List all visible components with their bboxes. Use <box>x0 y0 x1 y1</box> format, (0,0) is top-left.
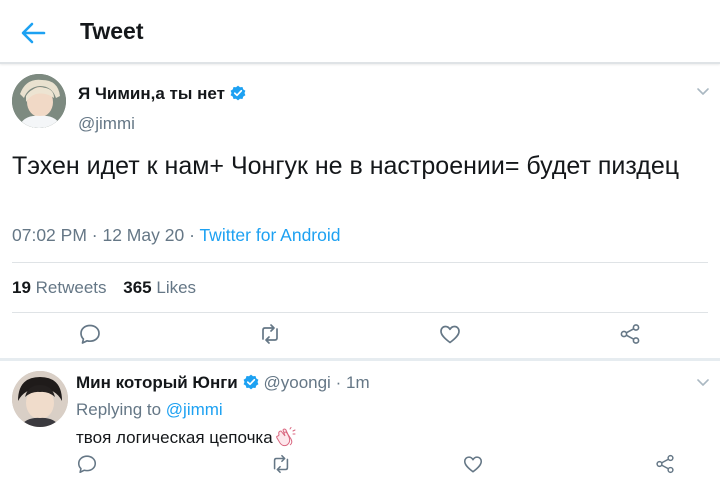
tweet-actions <box>0 322 720 358</box>
verified-badge-icon <box>230 85 246 101</box>
tweet-text: Тэхен идет к нам+ Чонгук не в настроении… <box>12 152 680 180</box>
like-icon[interactable] <box>438 322 462 346</box>
tweet-time: 07:02 PM <box>12 225 87 245</box>
replying-to: Replying to @jimmi <box>76 400 223 420</box>
avatar-image <box>12 371 68 427</box>
reply-time: 1m <box>345 373 370 392</box>
retweets-count: 19 <box>12 278 31 297</box>
reply-text: твоя логическая цепочка <box>76 428 273 447</box>
top-app-bar: Tweet <box>0 0 720 64</box>
avatar-image <box>12 74 66 128</box>
avatar[interactable] <box>12 74 66 128</box>
likes-label: Likes <box>156 278 197 297</box>
author-name: Я Чимин,а ты нет <box>78 84 225 103</box>
share-icon[interactable] <box>654 453 676 475</box>
replying-label: Replying to <box>76 400 162 419</box>
chevron-down-icon[interactable] <box>694 82 712 100</box>
reply-tweet[interactable]: Мин который Юнги @yoongi · 1m Replying t… <box>0 361 720 488</box>
avatar[interactable] <box>12 371 68 427</box>
retweets-stat[interactable]: 19 Retweets <box>12 278 107 297</box>
like-icon[interactable] <box>462 453 484 475</box>
reply-icon[interactable] <box>76 453 98 475</box>
retweets-label: Retweets <box>35 278 107 297</box>
divider <box>12 312 708 313</box>
reply-icon[interactable] <box>78 322 102 346</box>
clapping-hands-icon <box>275 427 296 447</box>
tweet-stats: 19 Retweets 365 Likes <box>12 278 208 298</box>
meta-separator: · <box>189 225 200 245</box>
reply-header: Мин который Юнги @yoongi · 1m <box>76 373 370 393</box>
chevron-down-icon[interactable] <box>694 373 712 391</box>
divider <box>12 262 708 263</box>
reply-author-handle[interactable]: @yoongi <box>263 373 330 392</box>
back-arrow-icon[interactable] <box>18 18 48 48</box>
likes-count: 365 <box>123 278 152 297</box>
retweet-icon[interactable] <box>270 453 292 475</box>
reply-author-name[interactable]: Мин который Юнги <box>76 373 238 392</box>
likes-stat[interactable]: 365 Likes <box>123 278 196 297</box>
author-name-row[interactable]: Я Чимин,а ты нет <box>78 84 246 104</box>
tweet-source-link[interactable]: Twitter for Android <box>199 225 340 245</box>
meta-separator: · <box>91 225 103 245</box>
tweet-date: 12 May 20 <box>102 225 185 245</box>
share-icon[interactable] <box>618 322 642 346</box>
meta-separator: · <box>335 373 342 392</box>
tweet-meta: 07:02 PM · 12 May 20 · Twitter for Andro… <box>12 225 341 246</box>
verified-badge-icon <box>243 374 259 390</box>
author-handle[interactable]: @jimmi <box>78 114 135 134</box>
replying-mention-link[interactable]: @jimmi <box>166 400 223 419</box>
page-title: Tweet <box>80 18 144 44</box>
retweet-icon[interactable] <box>258 322 282 346</box>
reply-actions <box>0 453 720 479</box>
reply-text-row: твоя логическая цепочка <box>76 427 296 448</box>
